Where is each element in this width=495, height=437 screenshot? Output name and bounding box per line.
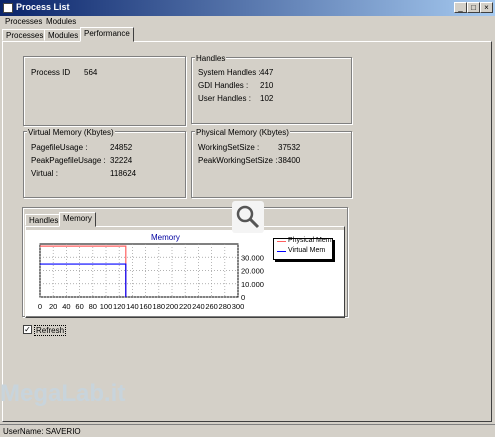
gdi-handles-value: 210 bbox=[260, 81, 274, 90]
gdi-handles-label: GDI Handles : bbox=[198, 81, 249, 90]
x-tick-label: 40 bbox=[62, 302, 70, 311]
process-group bbox=[23, 56, 186, 126]
x-tick-label: 260 bbox=[205, 302, 218, 311]
y-tick-label: 30.000 bbox=[241, 253, 264, 262]
menu-modules[interactable]: Modules bbox=[46, 17, 76, 26]
x-tick-label: 160 bbox=[139, 302, 152, 311]
process-id-label: Process ID bbox=[31, 68, 71, 77]
x-tick-label: 180 bbox=[153, 302, 166, 311]
virtual-label: Virtual : bbox=[31, 169, 58, 178]
tab-performance[interactable]: Performance bbox=[80, 27, 134, 42]
refresh-label[interactable]: Refresh bbox=[34, 325, 67, 336]
x-tick-label: 300 bbox=[232, 302, 245, 311]
chart-legend: Physical Mem Virtual Mem bbox=[273, 237, 333, 260]
legend-virtual-label: Virtual Mem bbox=[288, 247, 326, 254]
x-tick-label: 60 bbox=[75, 302, 83, 311]
watermark-logo: MegaLab.it bbox=[0, 380, 126, 407]
peak-pagefile-usage-value: 32224 bbox=[110, 156, 133, 165]
subtab-handles[interactable]: Handles bbox=[25, 214, 63, 226]
x-tick-label: 240 bbox=[192, 302, 205, 311]
peak-pagefile-usage-label: PeakPagefileUsage : bbox=[31, 156, 106, 165]
title-bar bbox=[0, 0, 495, 16]
process-id-value: 564 bbox=[84, 68, 98, 77]
x-tick-label: 100 bbox=[100, 302, 113, 311]
tab-modules[interactable]: Modules bbox=[44, 29, 83, 41]
chart-title: Memory bbox=[151, 233, 180, 242]
legend-virtual-swatch bbox=[277, 251, 286, 252]
physical-memory-title: Physical Memory (Kbytes) bbox=[195, 128, 290, 137]
minimize-button[interactable]: _ bbox=[454, 2, 467, 13]
x-tick-label: 220 bbox=[179, 302, 192, 311]
peak-working-set-size-value: 38400 bbox=[278, 156, 301, 165]
legend-physical-swatch bbox=[277, 241, 286, 242]
system-handles-value: 447 bbox=[260, 68, 274, 77]
user-handles-label: User Handles : bbox=[198, 94, 251, 103]
close-button[interactable]: × bbox=[480, 2, 493, 13]
working-set-size-label: WorkingSetSize : bbox=[198, 143, 260, 152]
x-tick-label: 0 bbox=[38, 302, 42, 311]
working-set-size-value: 37532 bbox=[278, 143, 301, 152]
menu-processes[interactable]: Processes bbox=[5, 17, 42, 26]
virtual-value: 118624 bbox=[110, 169, 137, 178]
system-handles-label: System Handles : bbox=[198, 68, 261, 77]
magnifier-icon bbox=[232, 201, 264, 233]
y-tick-label: 20.000 bbox=[241, 267, 264, 276]
pagefile-usage-label: PagefileUsage : bbox=[31, 143, 88, 152]
subtab-memory[interactable]: Memory bbox=[59, 212, 96, 227]
y-tick-label: 10.000 bbox=[241, 280, 264, 289]
x-tick-label: 200 bbox=[166, 302, 179, 311]
maximize-button[interactable]: □ bbox=[467, 2, 480, 13]
pagefile-usage-value: 24852 bbox=[110, 143, 133, 152]
user-handles-value: 102 bbox=[260, 94, 274, 103]
y-tick-label: 0 bbox=[241, 293, 245, 302]
refresh-checkbox[interactable]: ✓ bbox=[23, 325, 32, 334]
x-tick-label: 140 bbox=[126, 302, 139, 311]
x-tick-label: 280 bbox=[219, 302, 232, 311]
x-tick-label: 80 bbox=[89, 302, 97, 311]
status-text: UserName: SAVERIO bbox=[3, 427, 81, 436]
x-tick-label: 120 bbox=[113, 302, 126, 311]
peak-working-set-size-label: PeakWorkingSetSize : bbox=[198, 156, 278, 165]
tab-processes[interactable]: Processes bbox=[2, 29, 48, 41]
app-icon bbox=[3, 3, 13, 13]
handles-group-title: Handles bbox=[195, 54, 227, 63]
window-title: Process List bbox=[16, 2, 70, 12]
x-tick-label: 20 bbox=[49, 302, 57, 311]
virtual-memory-title: Virtual Memory (Kbytes) bbox=[27, 128, 115, 137]
legend-physical-label: Physical Mem bbox=[288, 237, 332, 244]
